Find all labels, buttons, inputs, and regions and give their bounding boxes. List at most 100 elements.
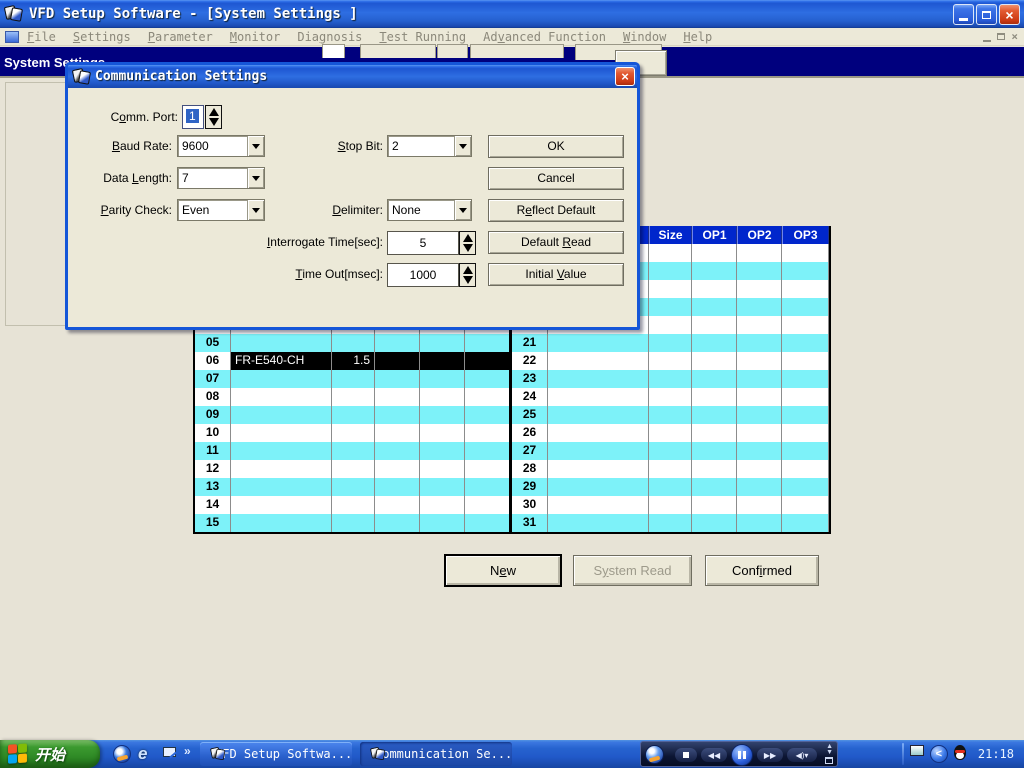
menu-settings[interactable]: Settings: [73, 30, 131, 44]
dialog-close-button[interactable]: ×: [615, 67, 635, 86]
data-cell[interactable]: [692, 406, 737, 424]
data-cell[interactable]: [737, 424, 782, 442]
dialog-titlebar[interactable]: Communication Settings ×: [68, 65, 637, 88]
minimize-button[interactable]: [953, 4, 974, 25]
data-cell[interactable]: [465, 442, 512, 460]
data-cell[interactable]: [782, 460, 829, 478]
data-cell[interactable]: [649, 460, 692, 478]
data-cell[interactable]: [465, 460, 512, 478]
data-cell[interactable]: [332, 478, 375, 496]
initial-value-button[interactable]: Initial Value: [488, 263, 624, 286]
data-cell[interactable]: [737, 262, 782, 280]
data-cell[interactable]: [548, 442, 649, 460]
data-cell[interactable]: [782, 298, 829, 316]
data-cell[interactable]: [692, 244, 737, 262]
data-cell[interactable]: [737, 298, 782, 316]
data-cell[interactable]: [465, 370, 512, 388]
table-row-11[interactable]: 11: [195, 442, 512, 460]
data-cell[interactable]: [420, 370, 465, 388]
data-cell[interactable]: [548, 478, 649, 496]
start-button[interactable]: 开始: [0, 740, 100, 768]
tray-display-icon[interactable]: [910, 745, 924, 756]
menu-parameter[interactable]: Parameter: [148, 30, 213, 44]
data-cell[interactable]: [692, 460, 737, 478]
baud-rate-select[interactable]: 9600: [177, 135, 265, 157]
data-cell[interactable]: [548, 352, 649, 370]
table-row-08[interactable]: 08: [195, 388, 512, 406]
data-cell[interactable]: [375, 388, 420, 406]
ok-button[interactable]: OK: [488, 135, 624, 158]
data-cell[interactable]: [649, 388, 692, 406]
data-cell[interactable]: [375, 442, 420, 460]
data-cell[interactable]: [420, 388, 465, 406]
show-desktop-icon[interactable]: [162, 745, 180, 763]
wmp-quicklaunch-icon[interactable]: [113, 745, 131, 763]
dropdown-arrow-icon[interactable]: [247, 136, 264, 156]
media-stop-button[interactable]: [675, 748, 697, 762]
data-cell[interactable]: [737, 280, 782, 298]
row-number-cell[interactable]: 12: [195, 460, 231, 478]
restore-button[interactable]: [976, 4, 997, 25]
row-number-cell[interactable]: 29: [512, 478, 548, 496]
data-cell[interactable]: [231, 370, 332, 388]
table-row-05[interactable]: 05: [195, 334, 512, 352]
data-cell[interactable]: [375, 478, 420, 496]
media-pause-button[interactable]: [731, 744, 753, 766]
data-cell[interactable]: [375, 460, 420, 478]
data-cell[interactable]: [782, 262, 829, 280]
data-cell[interactable]: [782, 244, 829, 262]
data-length-select[interactable]: 7: [177, 167, 265, 189]
data-cell[interactable]: [465, 388, 512, 406]
row-number-cell[interactable]: 14: [195, 496, 231, 514]
close-button[interactable]: ×: [999, 4, 1020, 25]
data-cell[interactable]: [649, 352, 692, 370]
comm-port-spinner[interactable]: [205, 105, 222, 129]
data-cell[interactable]: [782, 388, 829, 406]
data-cell[interactable]: [737, 442, 782, 460]
row-number-cell[interactable]: 10: [195, 424, 231, 442]
data-cell[interactable]: [465, 406, 512, 424]
table-row-14[interactable]: 14: [195, 496, 512, 514]
data-cell[interactable]: [692, 442, 737, 460]
reflect-default-button[interactable]: Reflect Default: [488, 199, 624, 222]
row-number-cell[interactable]: 25: [512, 406, 548, 424]
data-cell[interactable]: [420, 496, 465, 514]
row-number-cell[interactable]: 11: [195, 442, 231, 460]
menu-test-running[interactable]: Test Running: [379, 30, 466, 44]
data-cell[interactable]: 1.5: [332, 352, 375, 370]
table-row-29[interactable]: 29: [512, 478, 829, 496]
row-number-cell[interactable]: 21: [512, 334, 548, 352]
data-cell[interactable]: [692, 478, 737, 496]
data-cell[interactable]: [231, 496, 332, 514]
data-cell[interactable]: [231, 478, 332, 496]
data-cell[interactable]: [692, 334, 737, 352]
data-cell[interactable]: [649, 424, 692, 442]
data-cell[interactable]: [692, 388, 737, 406]
deskband-restore-icon[interactable]: [825, 757, 833, 764]
data-cell[interactable]: [332, 388, 375, 406]
menu-help[interactable]: Help: [683, 30, 712, 44]
data-cell[interactable]: [332, 442, 375, 460]
data-cell[interactable]: [465, 424, 512, 442]
table-row-10[interactable]: 10: [195, 424, 512, 442]
data-cell[interactable]: [420, 442, 465, 460]
data-cell[interactable]: [649, 244, 692, 262]
data-cell[interactable]: [782, 316, 829, 334]
data-cell[interactable]: [737, 514, 782, 532]
deskband-updown-icon[interactable]: ▲▼: [826, 744, 833, 756]
media-next-button[interactable]: ▶▶: [757, 748, 783, 762]
row-number-cell[interactable]: 13: [195, 478, 231, 496]
row-number-cell[interactable]: 24: [512, 388, 548, 406]
dropdown-arrow-icon[interactable]: [454, 136, 471, 156]
table-row-09[interactable]: 09: [195, 406, 512, 424]
data-cell[interactable]: [782, 514, 829, 532]
data-cell[interactable]: [332, 460, 375, 478]
data-cell[interactable]: [375, 352, 420, 370]
data-cell[interactable]: [737, 388, 782, 406]
data-cell[interactable]: [465, 478, 512, 496]
row-number-cell[interactable]: 08: [195, 388, 231, 406]
data-cell[interactable]: [375, 424, 420, 442]
data-cell[interactable]: [649, 316, 692, 334]
data-cell[interactable]: [332, 334, 375, 352]
data-cell[interactable]: [332, 496, 375, 514]
